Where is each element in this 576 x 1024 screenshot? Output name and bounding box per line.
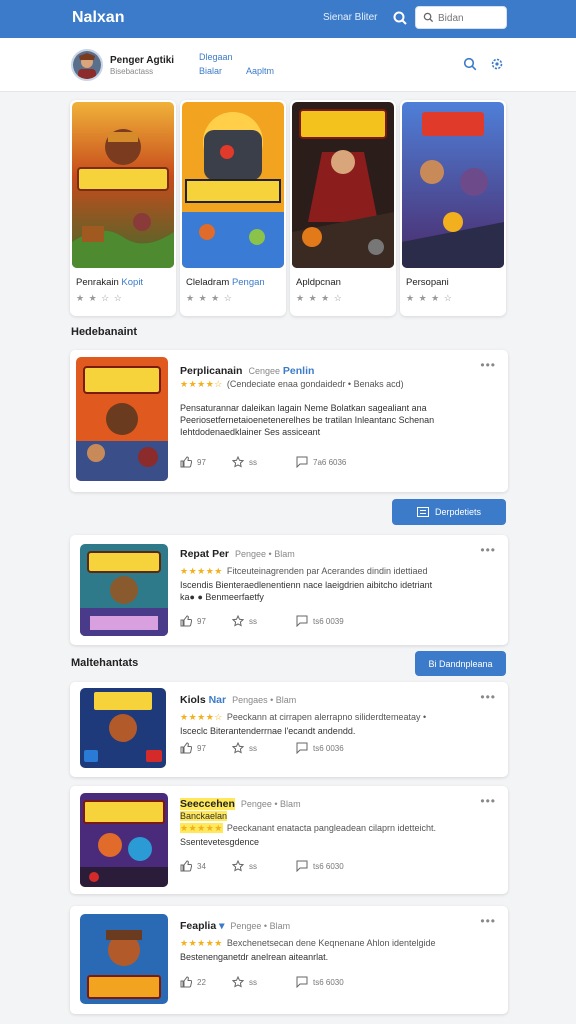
comment-icon [296, 742, 308, 754]
comment-icon [296, 615, 308, 627]
item-title: Feaplia ▾ Pengee • Blam [180, 920, 291, 932]
comment-button[interactable]: ts6 0036 [296, 742, 344, 754]
featured-card[interactable]: Cleladram Pengan ★ ★ ★ ☆ [180, 100, 286, 316]
featured-rating: ★ ★ ★ ☆ [296, 293, 343, 303]
game-thumbnail [80, 793, 168, 887]
comment-button[interactable]: 7a6 6036 [296, 456, 346, 468]
featured-title: Persopani [406, 277, 449, 288]
search-icon[interactable] [392, 10, 408, 26]
item-title: Kiols Nar Pengaes • Blam [180, 694, 297, 706]
brand-logo[interactable]: Nalxan [72, 9, 124, 27]
avatar[interactable] [71, 49, 103, 81]
item-rating: ★★★★☆ Peeckann at cirrapen alerrapno sili… [180, 712, 427, 722]
item-highlight: Banckaelan [180, 811, 228, 821]
featured-game-art [292, 102, 394, 268]
favorite-button[interactable]: ss [232, 860, 257, 872]
app-bar: Nalxan Sienar Bliter [0, 0, 576, 38]
item-extra: ka● ● Benmeerfaetfy [180, 592, 264, 602]
like-button[interactable]: 97 [180, 615, 206, 627]
like-button[interactable]: 97 [180, 456, 206, 468]
featured-rating: ★ ★ ★ ☆ [186, 293, 233, 303]
appbar-link[interactable]: Sienar Bliter [323, 12, 377, 23]
item-description: Pensaturannar daleikan lagain Neme Bolat… [180, 403, 435, 437]
item-description: Iscendis Bienteraedlenentienn nace laeig… [180, 580, 433, 590]
favorite-button[interactable]: ss [232, 456, 257, 468]
comment-icon [296, 976, 308, 988]
featured-game-art [402, 102, 504, 268]
section-title: Maltehantats [71, 657, 139, 669]
star-icon [232, 860, 244, 872]
favorite-button[interactable]: ss [232, 615, 257, 627]
more-menu-icon[interactable]: ••• [480, 794, 496, 808]
comment-icon [296, 860, 308, 872]
thumbs-up-icon [180, 860, 192, 872]
star-icon [232, 976, 244, 988]
star-icon [232, 456, 244, 468]
item-rating: ★★★★★ Peeckanant enatacta pangleadean cil… [180, 823, 436, 833]
list-item[interactable]: Repat Per Pengee • Blam ★★★★★ Fitceuteinag… [70, 535, 508, 645]
like-button[interactable]: 34 [180, 860, 206, 872]
user-link-a[interactable]: Bialar [199, 66, 222, 76]
item-rating: ★★★★★ Fitceuteinagrenden par Acerandes di… [180, 566, 428, 576]
more-menu-icon[interactable]: ••• [480, 543, 496, 557]
search-box[interactable] [415, 6, 507, 29]
more-menu-icon[interactable]: ••• [480, 914, 496, 928]
search-icon[interactable] [463, 57, 477, 71]
favorite-button[interactable]: ss [232, 976, 257, 988]
comment-button[interactable]: ts6 6030 [296, 860, 344, 872]
item-description: Isceclc Biterantenderrnae l'ecandt anden… [180, 726, 356, 736]
featured-rating: ★ ★ ☆ ☆ [76, 293, 123, 303]
list-item[interactable]: Seeccehen Pengee • Blam Banckaelan ★★★★★ P… [70, 786, 508, 894]
game-thumbnail [80, 914, 168, 1004]
item-rating: ★★★★★ Bexchenetsecan dene Keqnenane Ahlon… [180, 938, 436, 948]
featured-rating: ★ ★ ★ ☆ [406, 293, 453, 303]
user-link-top[interactable]: Dlegaan [199, 52, 233, 62]
item-description: Bestenenganetdr anelrean aiteanrlat. [180, 952, 329, 962]
like-button[interactable]: 22 [180, 976, 206, 988]
view-details-button[interactable]: Derpdetiets [392, 499, 506, 525]
featured-card[interactable]: Apldpcnan ★ ★ ★ ☆ [290, 100, 396, 316]
star-icon [232, 742, 244, 754]
search-field-icon [423, 12, 434, 23]
item-title: Seeccehen Pengee • Blam [180, 798, 301, 810]
thumbs-up-icon [180, 615, 192, 627]
list-icon [416, 507, 429, 517]
item-title: Perplicanain Cengee Penlin [180, 365, 315, 377]
featured-title: Penrakain Kopit [76, 277, 144, 288]
more-menu-icon[interactable]: ••• [480, 690, 496, 704]
featured-card[interactable]: Penrakain Kopit ★ ★ ☆ ☆ [70, 100, 176, 316]
game-thumbnail [76, 357, 168, 481]
list-item[interactable]: Feaplia ▾ Pengee • Blam ★★★★★ Bexchenetsec… [70, 906, 508, 1014]
search-input[interactable] [438, 10, 504, 26]
thumbs-up-icon [180, 976, 192, 988]
item-title: Repat Per Pengee • Blam [180, 548, 295, 560]
list-item[interactable]: Kiols Nar Pengaes • Blam ★★★★☆ Peeckann at… [70, 682, 508, 777]
star-icon [232, 615, 244, 627]
item-rating: ★★★★☆ (Cendeciate enaa gondaidedr • Benak… [180, 379, 404, 389]
user-name[interactable]: Penger Agtiki [110, 55, 174, 66]
featured-title: Cleladram Pengan [186, 277, 265, 288]
comment-button[interactable]: ts6 6030 [296, 976, 344, 988]
user-bar: Penger Agtiki Bisebactass Dlegaan Bialar… [0, 38, 576, 92]
like-button[interactable]: 97 [180, 742, 206, 754]
featured-game-art [72, 102, 174, 268]
more-menu-icon[interactable]: ••• [480, 358, 496, 372]
section-action-button[interactable]: Bi Dandnpleana [415, 651, 506, 676]
item-description: Ssentevetesgdence [180, 837, 260, 847]
featured-title: Apldpcnan [296, 277, 341, 288]
comment-icon [296, 456, 308, 468]
gear-icon[interactable] [490, 57, 504, 71]
featured-card[interactable]: Persopani ★ ★ ★ ☆ [400, 100, 506, 316]
list-item[interactable]: Perplicanain Cengee Penlin ★★★★☆ (Cendecia… [70, 350, 508, 492]
favorite-button[interactable]: ss [232, 742, 257, 754]
thumbs-up-icon [180, 742, 192, 754]
comment-button[interactable]: ts6 0039 [296, 615, 344, 627]
game-thumbnail [80, 688, 166, 768]
section-title: Hedebanaint [71, 326, 138, 338]
thumbs-up-icon [180, 456, 192, 468]
featured-game-art [182, 102, 284, 268]
user-subtitle: Bisebactass [110, 67, 154, 76]
game-thumbnail [80, 544, 168, 636]
user-link-b[interactable]: Aapltm [246, 66, 274, 76]
